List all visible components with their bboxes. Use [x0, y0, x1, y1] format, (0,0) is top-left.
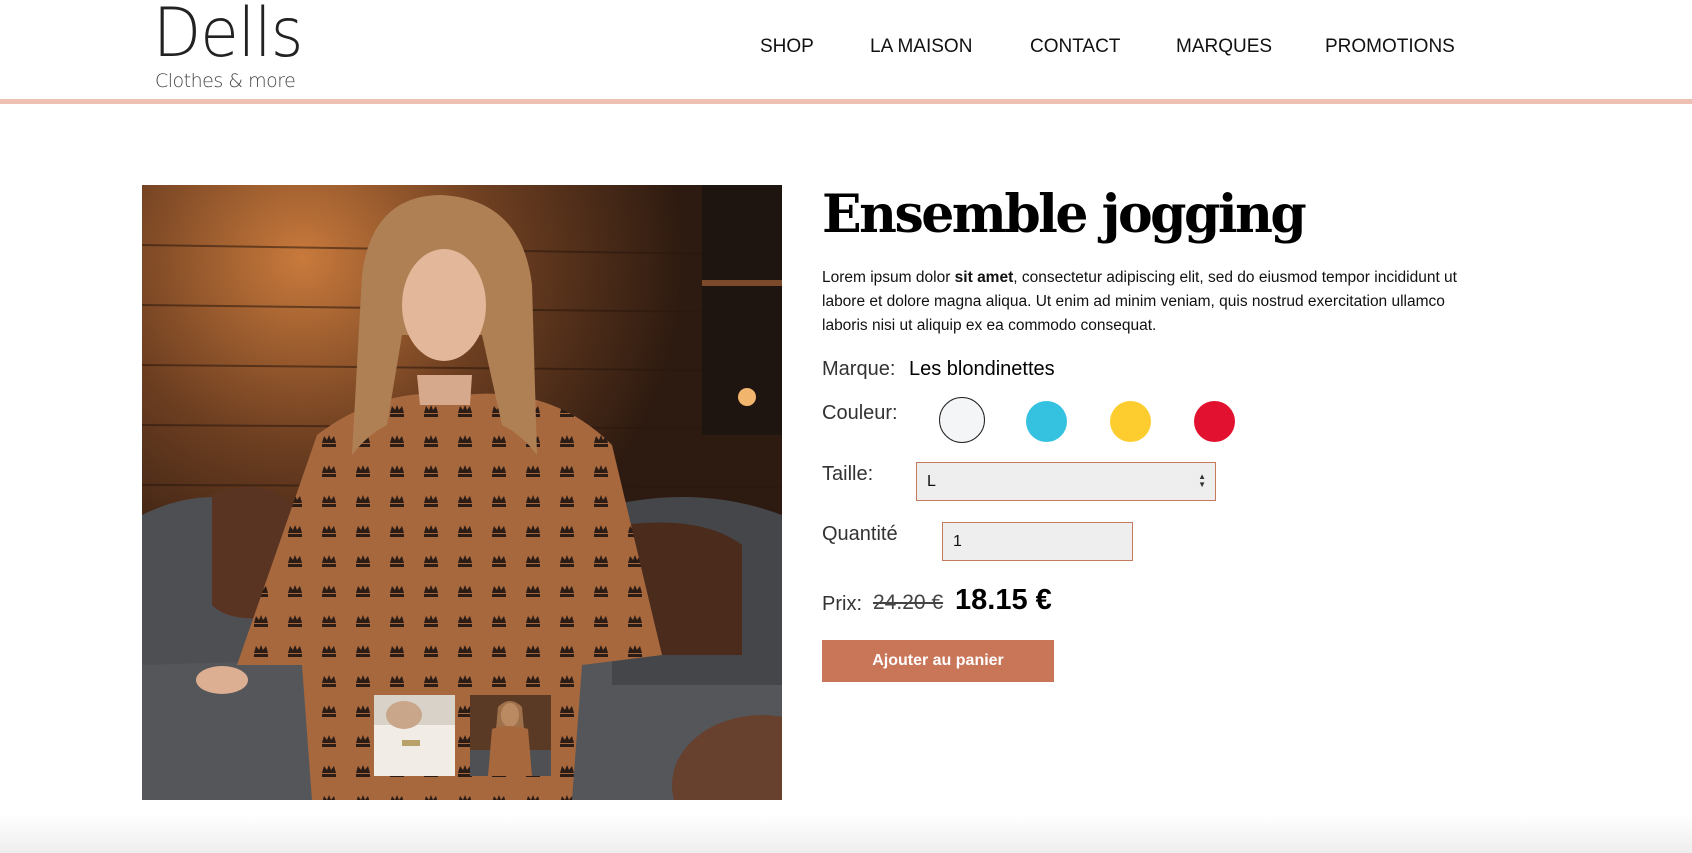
brand-value[interactable]: Les blondinettes	[909, 358, 1055, 381]
nav-item-la-maison[interactable]: LA MAISON	[870, 36, 972, 58]
logo-tagline: Clothes & more	[155, 70, 296, 92]
brand-label: Marque:	[822, 358, 896, 380]
product-title: Ensemble jogging	[822, 184, 1307, 245]
site-header: Dells Clothes & more SHOP LA MAISON CONT…	[0, 0, 1692, 101]
color-swatch-blue[interactable]	[1026, 401, 1067, 442]
nav-item-shop[interactable]: SHOP	[760, 36, 814, 58]
size-label: Taille:	[822, 463, 874, 485]
select-arrows-icon: ▲ ▼	[1198, 472, 1206, 489]
price-new: 18.15 €	[955, 584, 1052, 616]
site-logo[interactable]: Dells Clothes & more	[153, 0, 303, 92]
header-divider	[0, 99, 1692, 104]
add-to-cart-button[interactable]: Ajouter au panier	[822, 640, 1054, 682]
size-select[interactable]: L ▲ ▼	[916, 462, 1216, 501]
product-main-image[interactable]	[142, 185, 782, 800]
thumbnail-full-image	[470, 695, 551, 776]
logo-name: Dells	[153, 0, 303, 73]
page-bottom-fade	[0, 815, 1692, 853]
price-label: Prix:	[822, 593, 862, 615]
color-swatch-red[interactable]	[1194, 401, 1235, 442]
size-select-value: L	[927, 473, 936, 490]
quantity-input[interactable]	[942, 522, 1133, 561]
nav-item-contact[interactable]: CONTACT	[1030, 36, 1120, 58]
thumbnail-1[interactable]	[374, 695, 455, 776]
nav-item-marques[interactable]: MARQUES	[1176, 36, 1272, 58]
thumbnail-detail-image	[374, 695, 455, 776]
description-text-1: Lorem ipsum dolor	[822, 269, 955, 286]
product-photo-illustration	[142, 185, 782, 800]
product-description: Lorem ipsum dolor sit amet, consectetur …	[822, 266, 1472, 338]
price-old: 24.20 €	[873, 591, 944, 614]
color-swatch-yellow[interactable]	[1110, 401, 1151, 442]
thumbnail-2[interactable]	[470, 695, 551, 776]
quantity-label: Quantité	[822, 523, 898, 545]
description-bold: sit amet	[954, 269, 1014, 286]
color-label: Couleur:	[822, 402, 898, 424]
color-swatch-white[interactable]	[939, 397, 985, 443]
nav-item-promotions[interactable]: PROMOTIONS	[1325, 36, 1455, 58]
